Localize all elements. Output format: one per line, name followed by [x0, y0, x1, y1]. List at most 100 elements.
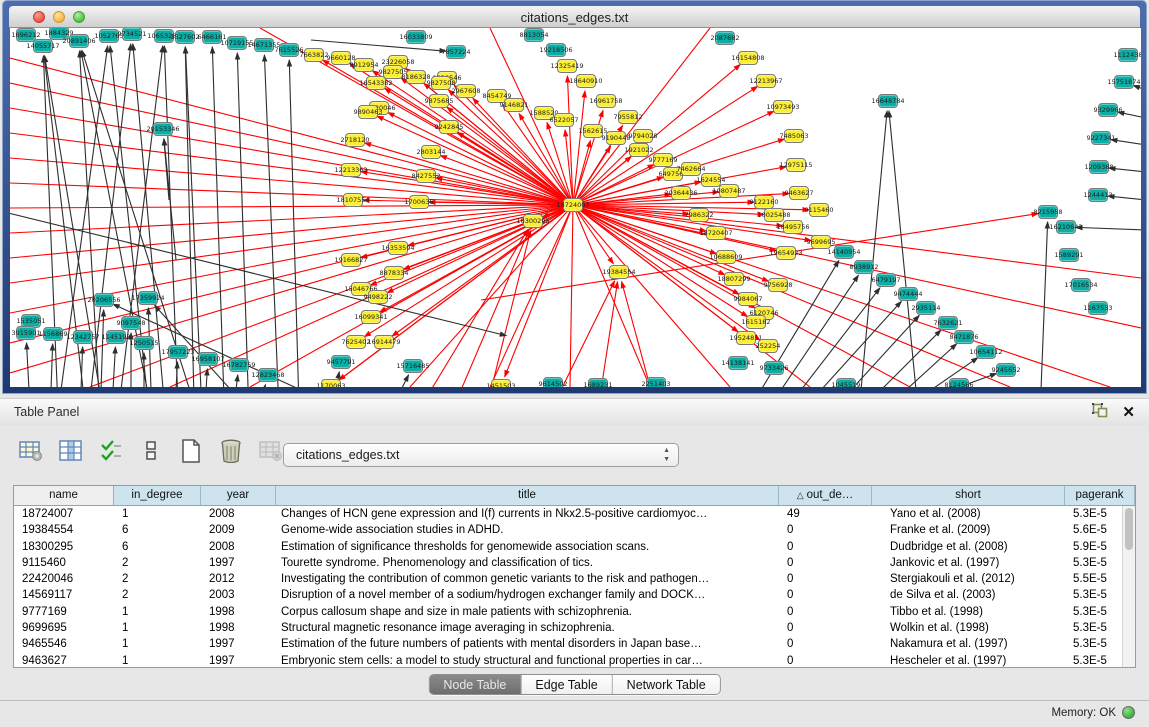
- table-cell[interactable]: 0: [779, 539, 872, 555]
- close-panel-icon[interactable]: ✕: [1122, 405, 1135, 421]
- table-cell[interactable]: 0: [779, 620, 872, 636]
- network-window-titlebar[interactable]: citations_edges.txt: [9, 6, 1140, 28]
- graph-node[interactable]: 1250515: [134, 336, 154, 350]
- graph-node[interactable]: 9474444: [898, 287, 918, 301]
- table-cell[interactable]: Disruption of a novel member of a sodium…: [276, 587, 779, 603]
- graph-node[interactable]: 19166827: [341, 253, 361, 267]
- graph-node[interactable]: 8471876: [954, 330, 974, 344]
- graph-node[interactable]: 1527602: [175, 30, 195, 44]
- tab-network-table[interactable]: Network Table: [613, 675, 720, 694]
- graph-node[interactable]: 9660128: [331, 51, 351, 65]
- table-row[interactable]: 1938455462009Genome-wide association stu…: [14, 522, 1122, 538]
- graph-node[interactable]: 7632621: [938, 316, 958, 330]
- graph-node[interactable]: 9146821: [504, 98, 524, 112]
- graph-node[interactable]: 19524851: [736, 331, 756, 345]
- table-cell[interactable]: 0: [779, 522, 872, 538]
- table-cell[interactable]: 5.6E-5: [1065, 522, 1122, 538]
- graph-node[interactable]: 7462664: [681, 162, 701, 176]
- table-cell[interactable]: 2003: [201, 587, 276, 603]
- graph-node[interactable]: 7485063: [784, 129, 804, 143]
- graph-node[interactable]: 8215958: [1038, 205, 1058, 219]
- graph-node[interactable]: 9827505: [383, 65, 403, 79]
- graph-node[interactable]: 9699695: [811, 235, 831, 249]
- graph-node[interactable]: 17359924: [138, 291, 158, 305]
- graph-node[interactable]: 1244413: [1088, 188, 1108, 202]
- table-cell[interactable]: 5.3E-5: [1065, 653, 1122, 668]
- graph-node[interactable]: 20364436: [671, 186, 691, 200]
- graph-node[interactable]: 252254: [758, 339, 778, 353]
- tab-edge-table[interactable]: Edge Table: [521, 675, 612, 694]
- table-cell[interactable]: 2012: [201, 571, 276, 587]
- table-cell[interactable]: 1998: [201, 604, 276, 620]
- column-header-year[interactable]: year: [201, 486, 276, 505]
- graph-node[interactable]: 8427552: [416, 169, 436, 183]
- graph-node[interactable]: 8813054: [524, 28, 544, 42]
- table-cell[interactable]: 5.3E-5: [1065, 555, 1122, 571]
- graph-node[interactable]: 6497568: [663, 167, 683, 181]
- graph-node[interactable]: 9457791: [331, 355, 351, 369]
- graph-node[interactable]: 6522057: [554, 113, 574, 127]
- graph-node[interactable]: 9115460: [809, 203, 829, 217]
- graph-node[interactable]: 9614502: [543, 377, 563, 387]
- graph-node[interactable]: 1052763: [99, 29, 119, 43]
- graph-node[interactable]: 8124566: [949, 378, 969, 387]
- graph-node[interactable]: 9227341: [1091, 131, 1111, 145]
- graph-node[interactable]: 1156869: [43, 327, 63, 341]
- new-table-icon[interactable]: [178, 438, 204, 464]
- column-header-short[interactable]: short: [872, 486, 1065, 505]
- graph-node[interactable]: 8878334: [384, 266, 404, 280]
- graph-node[interactable]: 10719155: [227, 36, 247, 50]
- graph-node[interactable]: 2935114: [916, 301, 936, 315]
- table-cell[interactable]: Jankovic et al. (1997): [872, 555, 1065, 571]
- graph-node[interactable]: 10653287: [154, 29, 174, 43]
- graph-node[interactable]: 7615526: [279, 43, 299, 57]
- graph-node[interactable]: 15716485: [403, 359, 423, 373]
- graph-node[interactable]: 16782759: [229, 358, 249, 372]
- table-cell[interactable]: 2008: [201, 539, 276, 555]
- table-cell[interactable]: 0: [779, 604, 872, 620]
- graph-node[interactable]: 9984067: [738, 292, 758, 306]
- table-cell[interactable]: 9699695: [14, 620, 114, 636]
- graph-node[interactable]: 14671355: [254, 38, 274, 52]
- table-row[interactable]: 911546021997Tourette syndrome. Phenomeno…: [14, 555, 1122, 571]
- table-panel-header[interactable]: Table Panel ✕: [0, 398, 1149, 425]
- graph-node[interactable]: 9756928: [768, 278, 788, 292]
- graph-node[interactable]: 7663822: [304, 48, 324, 62]
- graph-node[interactable]: 1689231: [588, 378, 608, 387]
- table-cell[interactable]: 1: [114, 653, 201, 668]
- network-view-canvas[interactable]: 1872400776638229660128891295423226058982…: [10, 28, 1141, 387]
- graph-node[interactable]: 9122160: [754, 195, 774, 209]
- table-cell[interactable]: 9777169: [14, 604, 114, 620]
- memory-status-icon[interactable]: [1122, 706, 1135, 719]
- graph-node[interactable]: 1615182: [746, 315, 766, 329]
- graph-node[interactable]: 1588520: [534, 106, 554, 120]
- graph-node[interactable]: 18495756: [783, 220, 803, 234]
- column-header-out_de[interactable]: △out_de…: [779, 486, 872, 505]
- row-height-icon[interactable]: [138, 438, 164, 464]
- graph-node[interactable]: 8938912: [854, 260, 874, 274]
- table-scrollbar[interactable]: [1122, 506, 1135, 667]
- graph-node[interactable]: 9827508: [431, 76, 451, 90]
- graph-node[interactable]: 8912954: [354, 58, 374, 72]
- table-cell[interactable]: Structural magnetic resonance image aver…: [276, 620, 779, 636]
- graph-node[interactable]: 14055717: [33, 39, 53, 53]
- table-cell[interactable]: 0: [779, 587, 872, 603]
- table-cell[interactable]: Hescheler et al. (1997): [872, 653, 1065, 668]
- graph-node[interactable]: 1045519: [836, 378, 856, 387]
- table-cell[interactable]: 0: [779, 555, 872, 571]
- graph-node[interactable]: 16543382: [366, 76, 386, 90]
- table-cell[interactable]: 0: [779, 653, 872, 668]
- column-header-in_degree[interactable]: in_degree: [114, 486, 201, 505]
- graph-node[interactable]: 1562615: [583, 124, 603, 138]
- column-header-title[interactable]: title: [276, 486, 779, 505]
- table-cell[interactable]: 1998: [201, 620, 276, 636]
- graph-node[interactable]: 18107554: [343, 193, 363, 207]
- column-visibility-icon[interactable]: [58, 438, 84, 464]
- table-cell[interactable]: 1: [114, 506, 201, 522]
- graph-node[interactable]: 3915901: [16, 326, 36, 340]
- table-cell[interactable]: Tibbo et al. (1998): [872, 604, 1065, 620]
- graph-node[interactable]: 1167533: [1088, 301, 1108, 315]
- table-cell[interactable]: 1997: [201, 555, 276, 571]
- column-header-name[interactable]: name: [14, 486, 114, 505]
- table-cell[interactable]: Yano et al. (2008): [872, 506, 1065, 522]
